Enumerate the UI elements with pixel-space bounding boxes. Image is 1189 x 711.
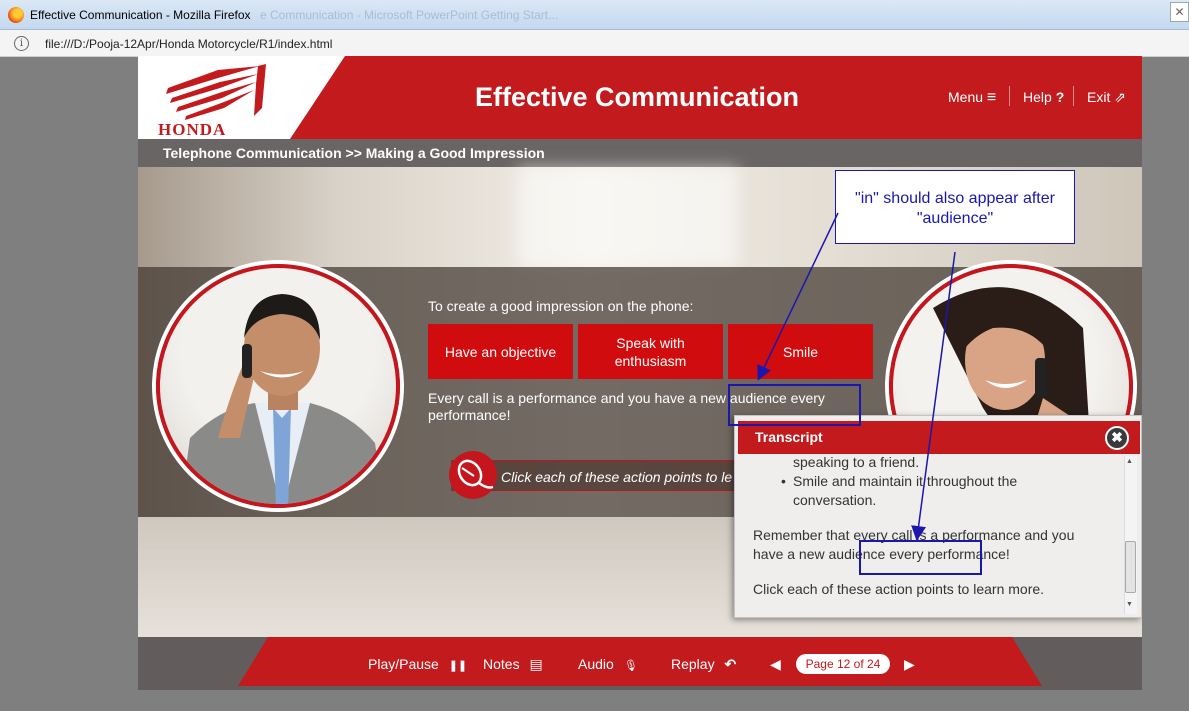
background-window-light	[518, 167, 738, 267]
replay-label: Replay	[671, 656, 715, 672]
scroll-down-icon[interactable]: ▼	[1126, 601, 1133, 608]
intro-text: To create a good impression on the phone…	[428, 298, 694, 314]
action-button-enthusiasm[interactable]: Speak with enthusiasm	[578, 324, 723, 379]
mouse-click-icon	[449, 451, 497, 499]
firefox-icon	[8, 7, 24, 23]
footer-controls	[238, 637, 1042, 686]
question-icon: ?	[1055, 89, 1065, 105]
notes-button[interactable]: Notes ▤	[483, 656, 543, 673]
notes-icon: ▤	[529, 656, 543, 672]
action-button-smile[interactable]: Smile	[728, 324, 873, 379]
review-comment-box: "in" should also appear after "audience"	[835, 170, 1075, 244]
transcript-bullet-smile: Smile and maintain it throughout the con…	[793, 473, 1018, 508]
bullet-icon: •	[781, 473, 786, 489]
menu-label: Menu	[948, 89, 984, 105]
course-player: HONDA Effective Communication Menu ≡ Hel…	[138, 56, 1142, 690]
scroll-up-icon[interactable]: ▲	[1126, 458, 1133, 465]
close-icon[interactable]: ✖	[1105, 426, 1129, 450]
course-title: Effective Communication	[474, 82, 800, 112]
play-pause-label: Play/Pause	[368, 656, 439, 672]
audio-label: Audio	[578, 656, 614, 672]
replay-icon: ↶	[724, 656, 737, 672]
scrollbar-thumb[interactable]	[1125, 541, 1136, 593]
help-label: Help	[1023, 89, 1052, 105]
menu-button[interactable]: Menu ≡	[948, 89, 996, 107]
background-window-titles: e Communication - Microsoft PowerPoint G…	[260, 8, 559, 22]
transcript-title: Transcript	[755, 429, 823, 445]
replay-button[interactable]: Replay ↶	[671, 656, 736, 673]
highlight-box-transcript	[859, 540, 982, 575]
exit-button[interactable]: Exit ⇗	[1087, 89, 1126, 106]
man-on-phone-image	[156, 264, 400, 508]
window-close-button[interactable]: ✕	[1170, 2, 1189, 22]
next-page-icon[interactable]: ▶	[904, 656, 915, 673]
click-prompt-text: Click each of these action points to le	[501, 469, 733, 485]
breadcrumb: Telephone Communication >> Making a Good…	[163, 145, 545, 161]
play-pause-button[interactable]: Play/Pause ❚❚	[368, 656, 467, 672]
exit-label: Exit	[1087, 89, 1111, 105]
external-link-icon: ⇗	[1114, 89, 1126, 105]
nav-divider	[1073, 86, 1074, 106]
hamburger-icon: ≡	[986, 89, 997, 106]
honda-logo-text: HONDA	[158, 120, 227, 139]
page-indicator: Page 12 of 24	[796, 654, 890, 674]
window-title: Effective Communication - Mozilla Firefo…	[30, 8, 251, 22]
audio-button[interactable]: Audio 🎙	[578, 656, 638, 672]
help-button[interactable]: Help ?	[1023, 89, 1064, 105]
honda-wing-logo	[166, 64, 266, 120]
info-icon[interactable]: i	[14, 36, 29, 51]
notes-label: Notes	[483, 656, 520, 672]
previous-page-icon[interactable]: ◀	[770, 656, 781, 673]
man-illustration	[181, 294, 384, 504]
nav-divider	[1009, 86, 1010, 106]
microphone-icon: 🎙	[623, 660, 638, 672]
action-button-objective[interactable]: Have an objective	[428, 324, 573, 379]
pause-icon: ❚❚	[448, 660, 468, 672]
highlight-box-slide	[728, 384, 861, 426]
transcript-bullet-partial: speaking to a friend.	[793, 454, 920, 470]
url-text[interactable]: file:///D:/Pooja-12Apr/Honda Motorcycle/…	[45, 37, 332, 51]
transcript-body[interactable]: speaking to a friend. • Smile and mainta…	[738, 454, 1124, 616]
transcript-paragraph: Click each of these action points to lea…	[753, 581, 1045, 597]
